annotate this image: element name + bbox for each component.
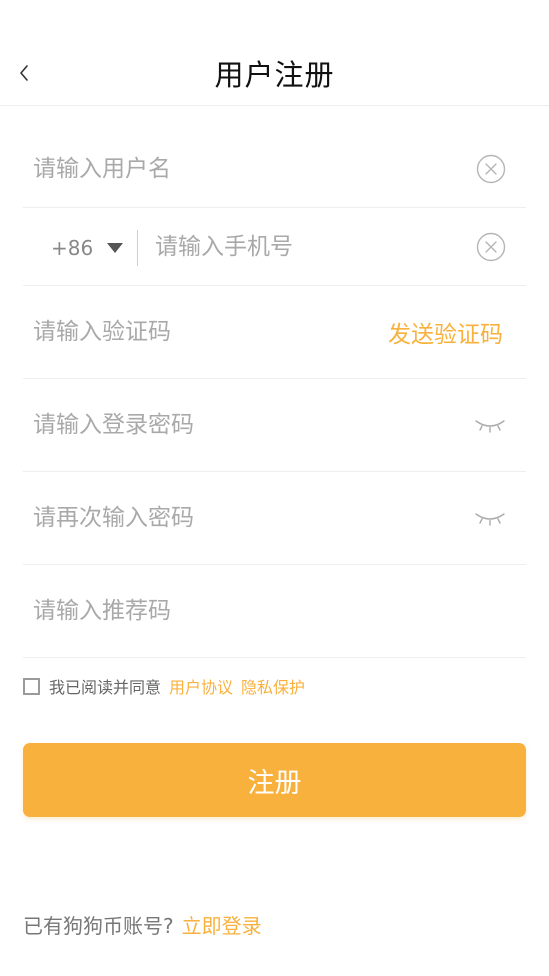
login-link[interactable]: 立即登录 bbox=[182, 910, 262, 939]
agreement-checkbox[interactable] bbox=[23, 677, 40, 695]
privacy-policy-link[interactable]: 隐私保护 bbox=[241, 674, 305, 698]
clear-circle-icon bbox=[476, 232, 506, 262]
clear-phone-button[interactable] bbox=[476, 232, 506, 262]
toggle-confirm-password-button[interactable] bbox=[474, 510, 506, 528]
referral-row bbox=[23, 565, 526, 658]
user-agreement-link[interactable]: 用户协议 bbox=[169, 674, 233, 698]
header-bar: 用户注册 bbox=[0, 0, 549, 106]
eye-closed-icon bbox=[475, 420, 505, 433]
send-code-button[interactable]: 发送验证码 bbox=[388, 286, 503, 378]
agreement-row: 我已阅读并同意 用户协议 隐私保护 bbox=[23, 674, 305, 698]
username-row bbox=[23, 130, 526, 208]
clear-circle-icon bbox=[476, 154, 506, 184]
verify-code-row: 发送验证码 bbox=[23, 286, 526, 379]
phone-input[interactable] bbox=[155, 208, 455, 285]
agreement-text: 我已阅读并同意 bbox=[49, 678, 162, 697]
clear-username-button[interactable] bbox=[476, 154, 506, 184]
divider bbox=[137, 230, 138, 266]
triangle-down-icon bbox=[107, 243, 124, 253]
password-input[interactable] bbox=[33, 379, 453, 471]
verify-code-input[interactable] bbox=[33, 286, 353, 378]
eye-closed-icon bbox=[475, 513, 505, 526]
page-title: 用户注册 bbox=[214, 58, 335, 92]
login-prompt-text: 已有狗狗币账号? bbox=[23, 914, 174, 938]
phone-row: +86 bbox=[23, 208, 526, 286]
referral-input[interactable] bbox=[33, 565, 513, 657]
register-button[interactable]: 注册 bbox=[23, 743, 526, 817]
username-input[interactable] bbox=[33, 130, 453, 207]
login-prompt-row: 已有狗狗币账号? 立即登录 bbox=[23, 910, 262, 939]
confirm-password-input[interactable] bbox=[33, 472, 453, 564]
password-row bbox=[23, 379, 526, 472]
country-code-label: +86 bbox=[51, 236, 94, 260]
toggle-password-button[interactable] bbox=[474, 417, 506, 435]
country-code-select[interactable]: +86 bbox=[51, 232, 124, 264]
confirm-password-row bbox=[23, 472, 526, 565]
